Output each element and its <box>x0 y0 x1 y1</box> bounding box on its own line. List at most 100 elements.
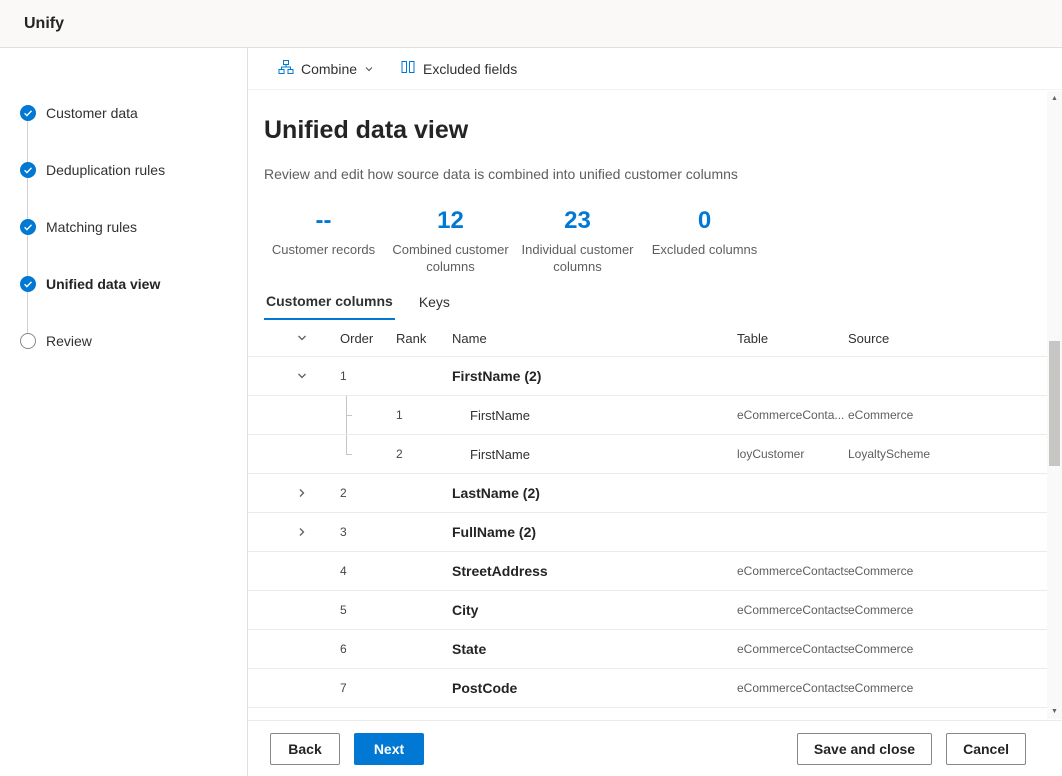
stat-label: Customer records <box>260 241 387 258</box>
row-order: 4 <box>340 552 396 590</box>
command-bar: Combine Excluded fields <box>248 48 1062 90</box>
stat-combined-columns: 12 Combined customer columns <box>387 207 514 275</box>
tab-customer-columns[interactable]: Customer columns <box>264 293 395 320</box>
stat-label: Individual customer columns <box>514 241 641 275</box>
step-deduplication-rules[interactable]: Deduplication rules <box>0 141 247 198</box>
stat-customer-records: -- Customer records <box>260 207 387 275</box>
column-header-source[interactable]: Source <box>848 331 1047 346</box>
step-label: Matching rules <box>46 219 137 235</box>
row-order: 2 <box>340 474 396 512</box>
row-name: City <box>452 602 737 618</box>
footer-bar: Back Next Save and close Cancel <box>248 720 1062 776</box>
stat-value: -- <box>260 207 387 235</box>
chevron-right-icon[interactable] <box>294 485 310 501</box>
tab-keys[interactable]: Keys <box>417 293 452 320</box>
chevron-down-icon <box>364 61 374 77</box>
row-source: eCommerce <box>848 564 1047 578</box>
step-label: Deduplication rules <box>46 162 165 178</box>
step-customer-data[interactable]: Customer data <box>0 84 247 141</box>
combine-button[interactable]: Combine <box>278 59 374 78</box>
tree-connector <box>346 396 354 434</box>
step-review[interactable]: Review <box>0 312 247 369</box>
step-label: Customer data <box>46 105 138 121</box>
cancel-button[interactable]: Cancel <box>946 733 1026 765</box>
table-row[interactable]: 2 FirstName loyCustomer LoyaltyScheme <box>248 435 1047 474</box>
column-header-rank[interactable]: Rank <box>396 331 452 346</box>
row-table: loyCustomer <box>737 447 848 461</box>
row-table: eCommerceContacts <box>737 642 848 656</box>
layout: Customer data Deduplication rules Matchi… <box>0 48 1062 776</box>
footer-right: Save and close Cancel <box>797 733 1026 765</box>
row-order: 1 <box>340 357 396 395</box>
app-header: Unify <box>0 0 1062 48</box>
chevron-right-icon[interactable] <box>294 524 310 540</box>
stat-value: 12 <box>387 207 514 235</box>
column-header-table[interactable]: Table <box>737 331 848 346</box>
content-area: Unified data view Review and edit how so… <box>248 90 1062 720</box>
chevron-down-icon[interactable] <box>294 368 310 384</box>
stat-value: 23 <box>514 207 641 235</box>
row-table: eCommerceContacts <box>737 564 848 578</box>
row-table: eCommerceConta... <box>737 408 848 422</box>
stat-individual-columns: 23 Individual customer columns <box>514 207 641 275</box>
row-order: 7 <box>340 669 396 707</box>
table-row[interactable]: 5 City eCommerceContacts eCommerce <box>248 591 1047 630</box>
row-rank: 1 <box>396 396 452 434</box>
footer-left: Back Next <box>270 733 424 765</box>
excluded-fields-icon <box>400 59 416 78</box>
row-name: State <box>452 641 737 657</box>
row-name: FirstName (2) <box>452 368 737 384</box>
step-complete-icon <box>20 219 36 235</box>
row-name: FirstName <box>452 447 737 462</box>
stats-row: -- Customer records 12 Combined customer… <box>248 207 1047 275</box>
row-source: eCommerce <box>848 642 1047 656</box>
table-header: Order Rank Name Table Source <box>248 320 1047 357</box>
save-and-close-button[interactable]: Save and close <box>797 733 932 765</box>
back-button[interactable]: Back <box>270 733 340 765</box>
row-table: eCommerceContacts <box>737 603 848 617</box>
stat-label: Excluded columns <box>641 241 768 258</box>
scroll-down-icon[interactable]: ▼ <box>1047 704 1062 719</box>
step-unified-data-view[interactable]: Unified data view <box>0 255 247 312</box>
next-button[interactable]: Next <box>354 733 424 765</box>
step-matching-rules[interactable]: Matching rules <box>0 198 247 255</box>
row-order: 3 <box>340 513 396 551</box>
table-row[interactable]: 3 FullName (2) <box>248 513 1047 552</box>
chevron-down-icon[interactable] <box>294 330 310 346</box>
stat-excluded-columns: 0 Excluded columns <box>641 207 768 275</box>
row-source: eCommerce <box>848 603 1047 617</box>
stat-label: Combined customer columns <box>387 241 514 275</box>
row-order: 5 <box>340 591 396 629</box>
step-label: Review <box>46 333 92 349</box>
row-rank: 2 <box>396 435 452 473</box>
row-table: eCommerceContacts <box>737 681 848 695</box>
table-row[interactable]: 1 FirstName (2) <box>248 357 1047 396</box>
scrollbar-thumb[interactable] <box>1049 341 1060 466</box>
step-label: Unified data view <box>46 276 160 292</box>
excluded-fields-button[interactable]: Excluded fields <box>400 59 517 78</box>
page-title: Unified data view <box>264 114 1047 146</box>
table-row[interactable]: 7 PostCode eCommerceContacts eCommerce <box>248 669 1047 708</box>
table-row[interactable]: 2 LastName (2) <box>248 474 1047 513</box>
row-name: LastName (2) <box>452 485 737 501</box>
step-pending-icon <box>20 333 36 349</box>
scroll-up-icon[interactable]: ▲ <box>1047 91 1062 106</box>
table-row[interactable]: 4 StreetAddress eCommerceContacts eComme… <box>248 552 1047 591</box>
vertical-scrollbar[interactable]: ▲ ▼ <box>1047 91 1062 719</box>
excluded-fields-label: Excluded fields <box>423 61 517 77</box>
column-header-name[interactable]: Name <box>452 331 737 346</box>
page-subtitle: Review and edit how source data is combi… <box>264 166 1047 183</box>
row-name: PostCode <box>452 680 737 696</box>
stat-value: 0 <box>641 207 768 235</box>
step-complete-icon <box>20 162 36 178</box>
table-row[interactable]: 1 FirstName eCommerceConta... eCommerce <box>248 396 1047 435</box>
row-source: LoyaltyScheme <box>848 447 1047 461</box>
app-title: Unify <box>24 15 64 33</box>
table-row[interactable]: 6 State eCommerceContacts eCommerce <box>248 630 1047 669</box>
main-panel: Combine Excluded fields Unified data vie… <box>248 48 1062 776</box>
tab-strip: Customer columns Keys <box>264 293 1047 320</box>
step-complete-icon <box>20 105 36 121</box>
column-header-order[interactable]: Order <box>340 331 396 346</box>
row-name: FirstName <box>452 408 737 423</box>
wizard-stepper: Customer data Deduplication rules Matchi… <box>0 48 248 776</box>
